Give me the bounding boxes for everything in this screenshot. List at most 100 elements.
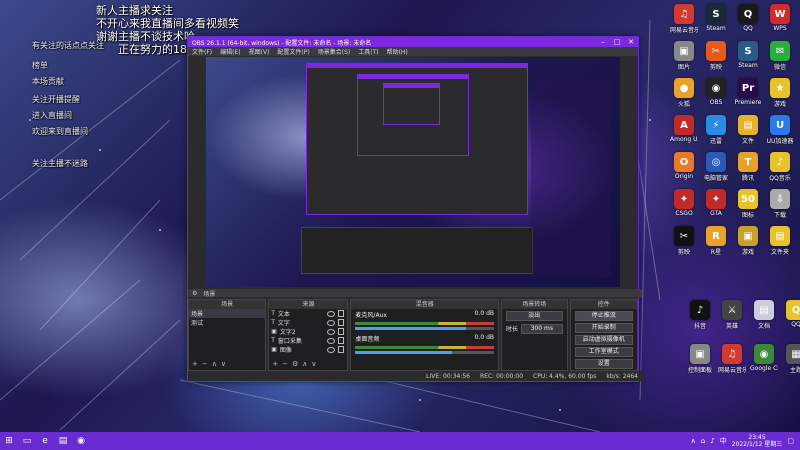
desktop-icon[interactable]: ◎ 电脑管家 xyxy=(702,152,730,182)
desktop-icon[interactable]: ◉ OBS xyxy=(702,78,730,106)
desktop-icon[interactable]: S Steam xyxy=(734,41,762,69)
desktop-icon[interactable]: Q QQ xyxy=(734,4,762,32)
desktop-icon[interactable]: ♪ 抖音 xyxy=(686,300,714,330)
settings-button[interactable]: 设置 xyxy=(574,359,633,369)
desktop-icon[interactable]: ▣ 控制面板 xyxy=(686,344,714,374)
chevron-up-icon[interactable]: ∧ xyxy=(691,437,696,445)
desktop-icon[interactable]: ▣ 游戏 xyxy=(734,226,762,256)
desktop-icon[interactable]: R R星 xyxy=(702,226,730,256)
desktop-icon[interactable]: ★ 游戏 xyxy=(766,78,794,108)
desktop-icon[interactable]: ◉Google Chrome xyxy=(750,344,778,372)
scenes-header: 场景 xyxy=(189,300,266,309)
obs-window[interactable]: OBS 26.1.1 (64-bit, windows) - 配置文件: 未命名… xyxy=(187,36,644,382)
edge-icon[interactable]: e xyxy=(36,432,54,450)
scene-item[interactable]: 测试 xyxy=(189,318,265,327)
menu-help[interactable]: 帮助(H) xyxy=(387,47,408,56)
desktop-icon[interactable]: ✉ 微信 xyxy=(766,41,794,71)
obs-taskbar-icon[interactable]: ◉ xyxy=(72,432,90,450)
virtual-camera-button[interactable]: 启动虚拟摄像机 xyxy=(574,335,633,345)
desktop-icon-label: 图标 xyxy=(741,212,754,219)
input-method[interactable]: 中 xyxy=(720,436,727,446)
desktop-icon[interactable]: ▦ 主题 xyxy=(782,344,800,374)
duration-input[interactable]: 300 ms xyxy=(521,324,563,334)
desktop-icon[interactable]: O Origin xyxy=(670,152,698,180)
desktop-icon[interactable]: ▤ 文件夹 xyxy=(766,226,794,256)
task-view-icon[interactable]: ▭ xyxy=(18,432,36,450)
minimize-icon[interactable]: – xyxy=(596,37,610,47)
source-item[interactable]: T 文本 xyxy=(269,309,347,318)
remove-icon[interactable]: − xyxy=(202,360,208,368)
desktop-icon-label: GTA xyxy=(710,210,722,217)
desktop-icon[interactable]: ▣ 图片 xyxy=(670,41,698,71)
desktop-icon[interactable]: W WPS xyxy=(766,4,794,32)
menu-tools[interactable]: 工具(T) xyxy=(358,47,378,56)
down-icon[interactable]: ∨ xyxy=(221,360,226,368)
obs-titlebar[interactable]: OBS 26.1.1 (64-bit, windows) - 配置文件: 未命名… xyxy=(188,37,638,47)
desktop-icon[interactable]: ✦ CSGO xyxy=(670,189,698,217)
start-recording-button[interactable]: 开始录制 xyxy=(574,323,633,333)
desktop-icon[interactable]: 50 图标 xyxy=(734,189,762,219)
down-icon[interactable]: ∨ xyxy=(311,360,316,368)
scene-item[interactable]: 场景 xyxy=(189,309,266,318)
file-explorer-icon[interactable]: ▤ xyxy=(54,432,72,450)
notification-icon[interactable]: ▢ xyxy=(787,437,794,445)
source-item[interactable]: T 文字 xyxy=(269,318,347,327)
up-icon[interactable]: ∧ xyxy=(212,360,217,368)
menu-view[interactable]: 视图(V) xyxy=(249,47,270,56)
menu-scene-collection[interactable]: 场景集合(S) xyxy=(318,47,351,56)
studio-mode-button[interactable]: 工作室模式 xyxy=(574,347,633,357)
desktop-icon[interactable]: ▤ 文件 xyxy=(734,115,762,145)
lock-icon xyxy=(338,319,345,326)
volume-icon[interactable]: ♪ xyxy=(710,437,714,445)
windows-icon[interactable]: ⊞ xyxy=(0,432,18,450)
desktop-icon-label: Google Chrome xyxy=(750,365,778,372)
transition-select[interactable]: 淡出 xyxy=(506,311,563,321)
desktop-icon[interactable]: T 腾讯 xyxy=(734,152,762,182)
gear-icon[interactable]: ⚙ xyxy=(192,290,197,297)
obs-preview[interactable] xyxy=(206,57,620,287)
menu-edit[interactable]: 编辑(E) xyxy=(220,47,240,56)
desktop-icon[interactable]: Q QQ xyxy=(782,300,800,328)
desktop-icon-label: 腾讯 xyxy=(741,175,754,182)
controls-dock: 控件 停止推流 开始录制 启动虚拟摄像机 工作室模式 设置 退出 xyxy=(569,299,638,381)
close-icon[interactable]: ✕ xyxy=(624,37,638,47)
desktop-icon[interactable]: ✦ GTA xyxy=(702,189,730,217)
desktop-icon[interactable]: A Among Us xyxy=(670,115,698,143)
desktop-icon-label: 剪映 xyxy=(709,64,722,71)
volume-slider[interactable] xyxy=(355,351,495,354)
desktop-icon[interactable]: ♫ 网易云音乐 xyxy=(670,4,698,34)
menu-profile[interactable]: 配置文件(P) xyxy=(277,47,309,56)
desktop-icon[interactable]: ✂ 剪映 xyxy=(702,41,730,71)
app-icon: ▣ xyxy=(690,344,710,364)
dock-tab-scene[interactable]: 场景 xyxy=(203,289,215,298)
desktop-icon[interactable]: S Steam xyxy=(702,4,730,32)
remove-icon[interactable]: − xyxy=(282,360,288,368)
volume-slider[interactable] xyxy=(355,327,495,330)
desktop-icon[interactable]: ⇩ 下载 xyxy=(766,189,794,219)
up-icon[interactable]: ∧ xyxy=(302,360,307,368)
desktop-icon[interactable]: ♫ 网易云音乐 xyxy=(718,344,746,374)
source-item[interactable]: T 窗口采集 xyxy=(269,336,347,345)
network-icon[interactable]: ⌂ xyxy=(701,437,705,445)
maximize-icon[interactable]: □ xyxy=(610,37,624,47)
desktop-icon[interactable]: ⚡ 迅雷 xyxy=(702,115,730,145)
desktop-icon[interactable]: ● 火狐 xyxy=(670,78,698,108)
gear-icon[interactable]: ⚙ xyxy=(292,360,298,368)
add-icon[interactable]: + xyxy=(192,360,198,368)
app-icon: Pr xyxy=(738,78,758,98)
mixer-channel-name: 桌面音频 xyxy=(355,336,380,343)
clock[interactable]: 23:45 2022/1/12 星期三 xyxy=(732,434,783,448)
desktop-icon[interactable]: ▤ 文档 xyxy=(750,300,778,330)
desktop-icon[interactable]: Pr Premiere xyxy=(734,78,762,106)
overlay-side-line: 进入直播间 xyxy=(32,111,72,120)
desktop-icon[interactable]: ♪ QQ音乐 xyxy=(766,152,794,182)
stop-streaming-button[interactable]: 停止推流 xyxy=(574,311,633,321)
menu-file[interactable]: 文件(F) xyxy=(192,47,212,56)
desktop-icon[interactable]: ✂ 剪映 xyxy=(670,226,698,256)
desktop-icon[interactable]: ⚔ 英雄 xyxy=(718,300,746,330)
desktop-icon[interactable]: U UU加速器 xyxy=(766,115,794,145)
desktop-icon-label: QQ xyxy=(743,25,753,32)
add-icon[interactable]: + xyxy=(272,360,278,368)
source-item[interactable]: ▣ 图像 xyxy=(269,345,347,354)
source-item[interactable]: ▣ 文字2 xyxy=(269,327,347,336)
